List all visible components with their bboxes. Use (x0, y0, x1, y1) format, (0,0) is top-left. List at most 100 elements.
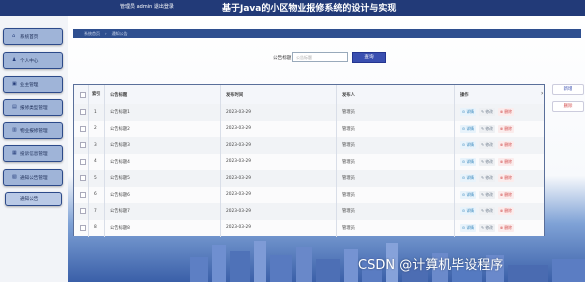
search-label: 公告标题 (273, 56, 292, 61)
row-index: 2 (94, 126, 97, 132)
row-actions: ⊙ 详情 ✎ 修改 ⊗ 删除 (460, 121, 517, 138)
row-publisher: 管理员 (342, 126, 355, 132)
table-row: 8 公告标题8 2023-03-29 管理员 ⊙ 详情 ✎ 修改 ⊗ 删除 (74, 219, 544, 237)
delete-button[interactable]: ⊗ 删除 (497, 190, 514, 199)
sidebar-item-label: 报修类型管理 (20, 105, 48, 111)
header-index[interactable]: 索引 (92, 85, 102, 104)
row-checkbox[interactable] (80, 158, 86, 165)
search-button[interactable]: 查询 (352, 52, 386, 63)
delete-button-label: 删除 (504, 208, 512, 214)
table-row: 1 公告标题1 2023-03-29 管理员 ⊙ 详情 ✎ 修改 ⊗ 删除 (74, 104, 544, 121)
row-actions: ⊙ 详情 ✎ 修改 ⊗ 删除 (460, 187, 517, 204)
row-index: 8 (94, 225, 97, 231)
breadcrumb: 系统首页 › 通知公告 (84, 31, 128, 36)
detail-button-label: 详情 (466, 158, 474, 164)
edit-button[interactable]: ✎ 修改 (478, 124, 495, 133)
sidebar-item-5[interactable]: ▥ 物业报修管理 (3, 122, 63, 139)
edit-button[interactable]: ✎ 修改 (478, 141, 495, 150)
detail-button-label: 详情 (466, 142, 474, 148)
detail-button[interactable]: ⊙ 详情 (460, 207, 476, 216)
row-index: 4 (94, 159, 97, 165)
complaint-icon: ▦ (12, 150, 17, 156)
column-divider (454, 85, 455, 237)
table-row: 5 公告标题5 2023-03-29 管理员 ⊙ 详情 ✎ 修改 ⊗ 删除 (74, 170, 544, 187)
row-index: 3 (94, 142, 97, 148)
detail-button[interactable]: ⊙ 详情 (460, 174, 476, 183)
sidebar-item-7[interactable]: ▧ 通知公告管理 (3, 169, 63, 186)
row-date: 2023-03-29 (226, 225, 251, 231)
row-publisher: 管理员 (342, 192, 355, 198)
row-publisher: 管理员 (342, 143, 355, 149)
row-checkbox[interactable] (80, 191, 86, 198)
row-date: 2023-03-29 (226, 175, 251, 181)
detail-button[interactable]: ⊙ 详情 (460, 190, 476, 199)
delete-button[interactable]: ⊗ 删除 (497, 108, 514, 117)
delete-button[interactable]: ⊗ 删除 (497, 223, 514, 232)
edit-button[interactable]: ✎ 修改 (478, 174, 495, 183)
select-all-checkbox[interactable] (80, 91, 86, 98)
row-publisher: 管理员 (342, 159, 355, 165)
row-title: 公告标题5 (110, 176, 130, 182)
column-divider (336, 85, 337, 237)
detail-button[interactable]: ⊙ 详情 (460, 124, 476, 133)
delete-button[interactable]: ⊗ 删除 (497, 124, 514, 133)
row-checkbox-cell (80, 154, 86, 171)
sidebar-item-1[interactable]: ⌂ 系统首页 (3, 28, 63, 45)
row-checkbox[interactable] (80, 125, 86, 132)
header-date[interactable]: 发布时间 (226, 85, 243, 104)
sidebar-item-6[interactable]: ▦ 投诉信息管理 (3, 145, 63, 162)
delete-button[interactable]: ⊗ 删除 (497, 141, 514, 150)
header-publisher[interactable]: 发布人 (342, 85, 355, 104)
row-index: 1 (94, 109, 97, 115)
row-checkbox[interactable] (80, 109, 86, 116)
detail-button[interactable]: ⊙ 详情 (460, 157, 476, 166)
edit-button-label: 修改 (485, 175, 493, 181)
row-actions: ⊙ 详情 ✎ 修改 ⊗ 删除 (460, 154, 517, 171)
row-date: 2023-03-29 (226, 142, 251, 148)
delete-button-label: 删除 (504, 191, 512, 197)
search-input[interactable]: 公告标题 (292, 52, 348, 62)
delete-button[interactable]: ⊗ 删除 (497, 207, 514, 216)
edit-button[interactable]: ✎ 修改 (478, 108, 495, 117)
row-checkbox-cell (80, 220, 86, 237)
row-date: 2023-03-29 (226, 208, 251, 214)
detail-button[interactable]: ⊙ 详情 (460, 223, 476, 232)
row-publisher: 管理员 (342, 209, 355, 215)
row-checkbox[interactable] (80, 175, 86, 182)
row-index: 5 (94, 175, 97, 181)
sidebar-subitem-notice[interactable]: 通知公告 (5, 192, 62, 206)
detail-button[interactable]: ⊙ 详情 (460, 108, 476, 117)
row-title: 公告标题2 (110, 126, 130, 132)
row-checkbox-cell (80, 187, 86, 204)
sidebar-item-3[interactable]: ▣ 业主管理 (3, 76, 63, 93)
table-header-row: 索引 公告标题 发布时间 发布人 操作 (74, 85, 544, 104)
row-checkbox[interactable] (80, 142, 86, 149)
row-actions: ⊙ 详情 ✎ 修改 ⊗ 删除 (460, 203, 517, 220)
breadcrumb-home[interactable]: 系统首页 (84, 31, 100, 36)
row-publisher: 管理员 (342, 225, 355, 231)
delete-button[interactable]: ⊗ 删除 (497, 174, 514, 183)
delete-button[interactable]: ⊗ 删除 (497, 157, 514, 166)
row-checkbox[interactable] (80, 208, 86, 215)
admin-logout-text[interactable]: 管理员 admin 退出登录 (120, 3, 174, 10)
row-checkbox[interactable] (80, 224, 86, 231)
edit-button[interactable]: ✎ 修改 (478, 207, 495, 216)
row-publisher: 管理员 (342, 110, 355, 116)
sidebar-item-4[interactable]: ▤ 报修类型管理 (3, 99, 63, 116)
batch-delete-button[interactable]: 删除 (552, 101, 584, 112)
edit-button[interactable]: ✎ 修改 (478, 223, 495, 232)
row-actions: ⊙ 详情 ✎ 修改 ⊗ 删除 (460, 137, 517, 154)
edit-button-label: 修改 (485, 224, 493, 230)
sidebar-item-2[interactable]: ♟ 个人中心 (3, 52, 63, 69)
row-title: 公告标题1 (110, 110, 130, 116)
row-index: 7 (94, 208, 97, 214)
edit-button[interactable]: ✎ 修改 (478, 190, 495, 199)
header-title[interactable]: 公告标题 (110, 85, 127, 104)
edit-button[interactable]: ✎ 修改 (478, 157, 495, 166)
column-divider (104, 85, 105, 237)
sidebar-subitem-label: 通知公告 (20, 197, 39, 202)
edit-button-label: 修改 (485, 158, 493, 164)
add-button[interactable]: 新增 (552, 84, 584, 95)
detail-button[interactable]: ⊙ 详情 (460, 141, 476, 150)
row-actions: ⊙ 详情 ✎ 修改 ⊗ 删除 (460, 220, 517, 237)
